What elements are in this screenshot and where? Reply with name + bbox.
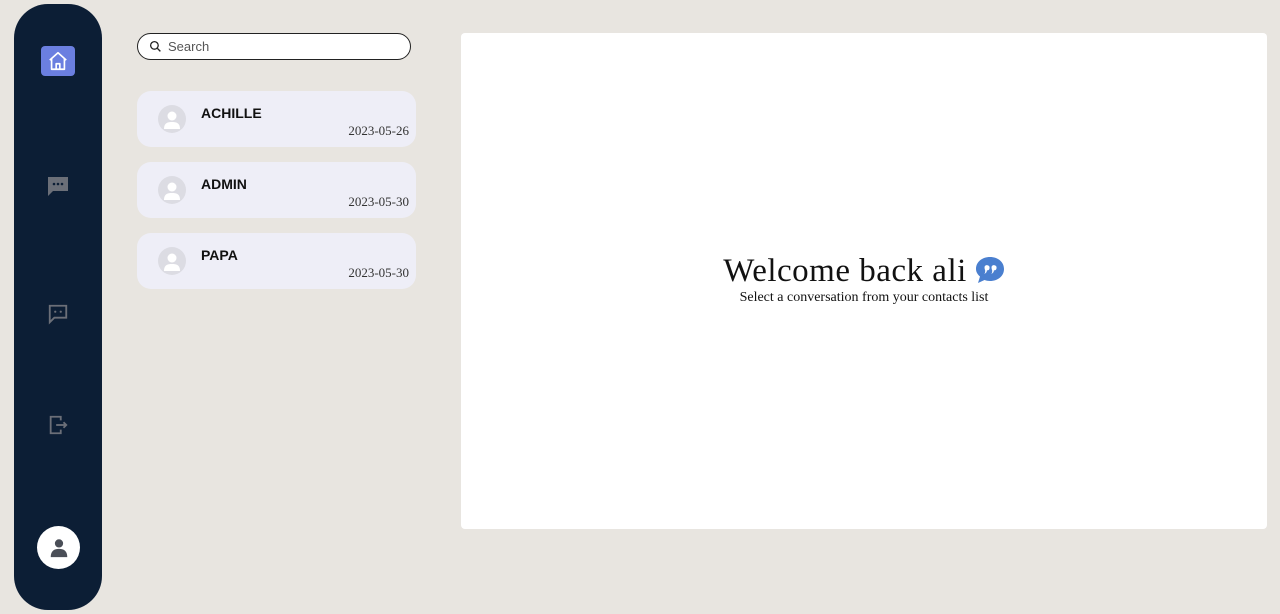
nav-messages-button[interactable] bbox=[41, 299, 75, 329]
quote-bubble-icon bbox=[975, 256, 1005, 284]
nav-home-button[interactable] bbox=[41, 46, 75, 76]
search-box bbox=[137, 33, 411, 60]
home-icon bbox=[49, 51, 67, 71]
welcome-message: Welcome back ali Select a conversation f… bbox=[461, 253, 1267, 306]
contact-item[interactable]: PAPA 2023-05-30 bbox=[137, 233, 416, 289]
welcome-subtitle: Select a conversation from your contacts… bbox=[739, 290, 989, 305]
contact-date: 2023-05-30 bbox=[348, 194, 409, 209]
contact-name: ACHILLE bbox=[201, 105, 262, 121]
user-placeholder-icon bbox=[164, 111, 180, 129]
message-square-icon bbox=[48, 304, 68, 325]
avatar bbox=[158, 105, 186, 133]
contact-name: ADMIN bbox=[201, 176, 247, 192]
contact-name: PAPA bbox=[201, 247, 238, 263]
contacts-list: ACHILLE 2023-05-26 ADMIN 2023-05-30 PAPA… bbox=[137, 91, 416, 304]
search-icon bbox=[149, 40, 161, 52]
contact-date: 2023-05-26 bbox=[348, 123, 409, 138]
user-placeholder-icon bbox=[164, 182, 180, 200]
contact-date: 2023-05-30 bbox=[348, 265, 409, 280]
avatar bbox=[158, 247, 186, 275]
contact-item[interactable]: ADMIN 2023-05-30 bbox=[137, 162, 416, 218]
nav-logout-button[interactable] bbox=[41, 410, 75, 440]
profile-button[interactable] bbox=[37, 526, 80, 569]
welcome-title-row: Welcome back ali bbox=[723, 253, 1005, 290]
contact-item[interactable]: ACHILLE 2023-05-26 bbox=[137, 91, 416, 147]
search-input[interactable] bbox=[168, 39, 398, 54]
logout-icon bbox=[49, 415, 68, 435]
user-placeholder-icon bbox=[164, 253, 180, 271]
sidebar bbox=[14, 4, 102, 610]
user-icon bbox=[50, 538, 67, 557]
avatar bbox=[158, 176, 186, 204]
nav-chats-button[interactable] bbox=[41, 171, 75, 201]
chat-bubble-dots-icon bbox=[48, 177, 68, 196]
conversation-panel: Welcome back ali Select a conversation f… bbox=[461, 33, 1267, 529]
welcome-title: Welcome back ali bbox=[723, 253, 967, 289]
